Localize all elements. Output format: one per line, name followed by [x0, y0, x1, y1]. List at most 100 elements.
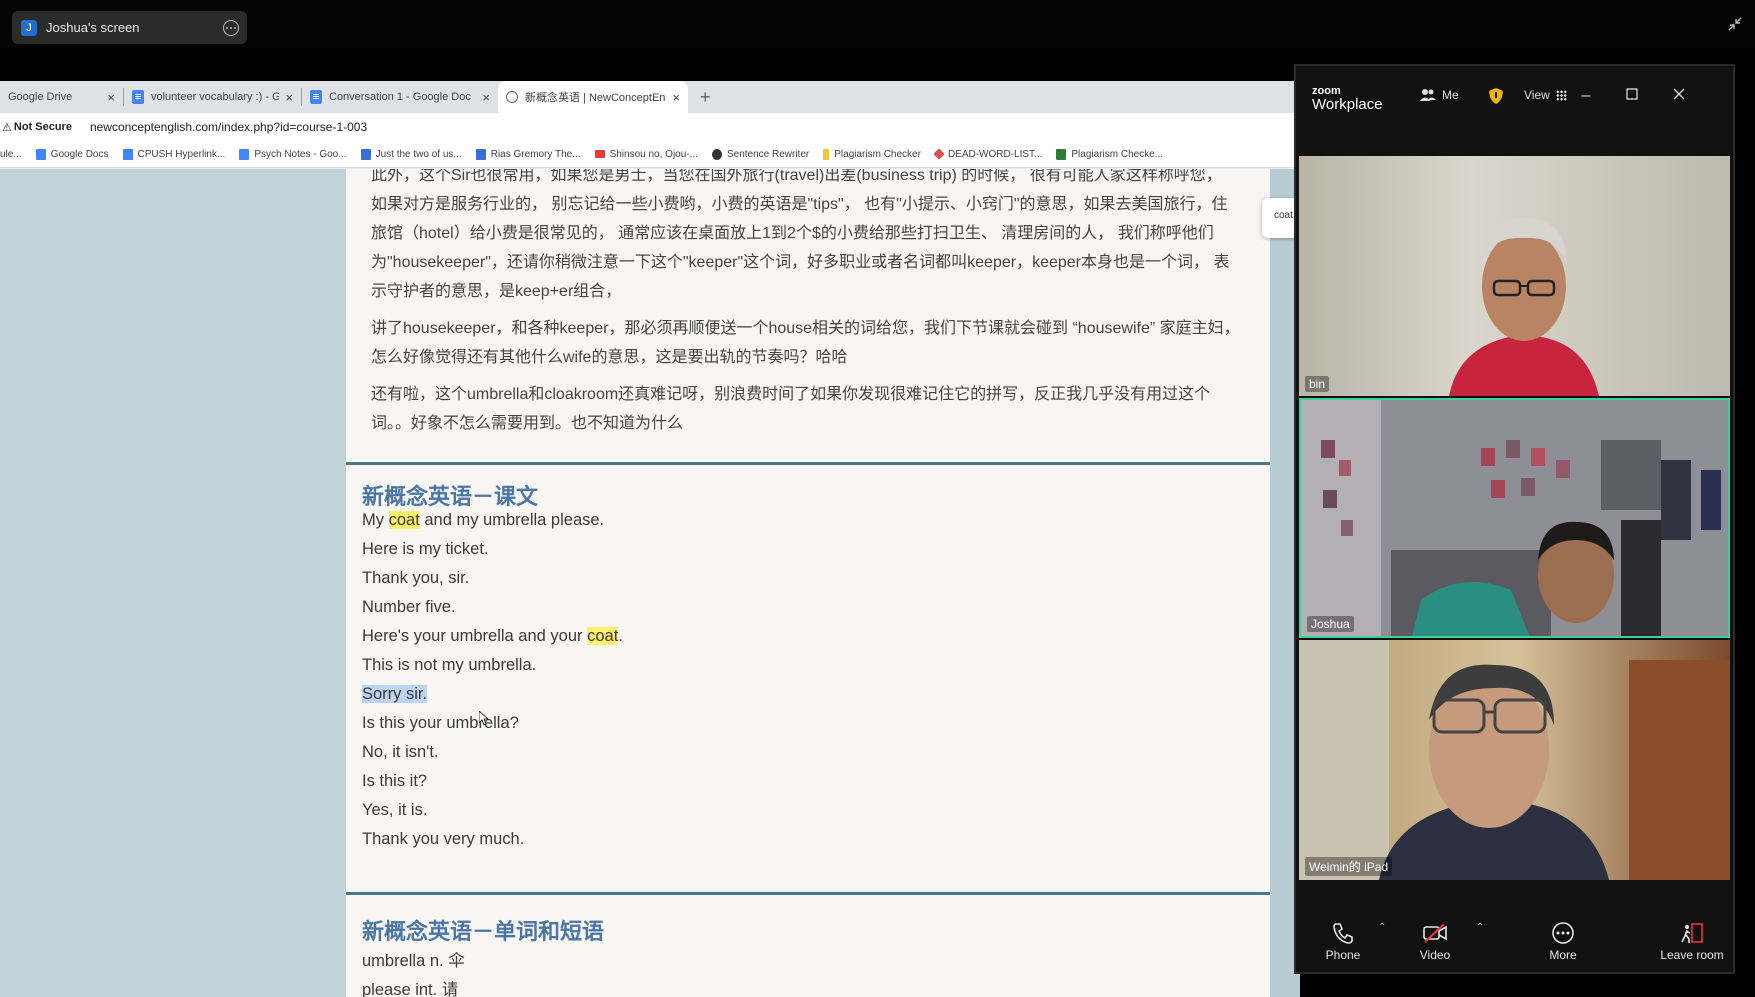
more-button[interactable]: More: [1528, 918, 1598, 962]
lesson-line: Is this it?: [362, 772, 428, 790]
leave-room-button[interactable]: Leave room: [1653, 918, 1731, 962]
bookmark-site-icon: [711, 148, 722, 160]
bookmark-label: DEAD-WORD-LIST...: [947, 148, 1043, 160]
lesson-line: Here's your umbrella and your coat.: [362, 627, 623, 645]
search-highlight: coat: [587, 627, 619, 645]
new-tab-button[interactable]: +: [700, 87, 711, 108]
url-text[interactable]: newconceptenglish.com/index.php?id=cours…: [90, 120, 367, 134]
lesson-title: 新概念英语－课文: [362, 484, 539, 509]
leave-icon: [1681, 923, 1703, 943]
search-highlight: coat: [388, 511, 420, 529]
bookmark-item[interactable]: Shinsou no, Ojou-...: [594, 148, 698, 160]
tab-close-icon[interactable]: ×: [107, 90, 115, 105]
view-button[interactable]: View: [1524, 88, 1567, 102]
bookmark-label: Psych Notes - Goo...: [254, 148, 347, 160]
tab-close-icon[interactable]: ×: [482, 90, 490, 105]
people-icon: [1420, 89, 1436, 101]
lesson-line: Thank you very much.: [362, 830, 525, 848]
tab-conversation-1[interactable]: Conversation 1 - Google Doc ×: [302, 81, 498, 113]
bookmarks-bar: ule... Google Docs CPUSH Hyperlink... Ps…: [0, 141, 1295, 168]
video-tile-bin[interactable]: bin: [1299, 156, 1730, 396]
bookmark-site-icon: [475, 148, 486, 160]
view-label: View: [1524, 88, 1550, 102]
bookmark-label: Google Docs: [50, 148, 109, 160]
zoom-window: zoom Workplace Me View – bin Joshua Weim…: [1294, 64, 1735, 974]
meeting-toolbar: Phone ⌃ Video ⌃ More Leave room: [1296, 918, 1733, 976]
tab-volunteer-vocabulary[interactable]: volunteer vocabulary :) - Goo ×: [124, 81, 301, 113]
bookmark-item[interactable]: Plagiarism Checke...: [1056, 148, 1163, 160]
article-paragraph: 讲了housekeeper，和各种keeper，那必须再顺便送一个house相关…: [371, 320, 1240, 366]
browser-window: Google Drive × volunteer vocabulary :) -…: [0, 48, 1300, 997]
chevron-up-icon[interactable]: ⌃: [1476, 922, 1484, 933]
zoom-logo: zoom Workplace: [1312, 85, 1383, 113]
maximize-icon[interactable]: [1622, 86, 1642, 106]
meeting-people-button[interactable]: Me: [1420, 88, 1459, 102]
more-icon: [1552, 922, 1574, 944]
bookmark-item[interactable]: Psych Notes - Goo...: [239, 148, 347, 160]
people-label: Me: [1442, 88, 1459, 102]
bookmark-item[interactable]: Plagiarism Checker: [823, 148, 921, 160]
grid-icon: [1555, 89, 1567, 101]
phone-label: Phone: [1325, 948, 1361, 962]
bookmark-item[interactable]: Rias Gremory The...: [475, 148, 581, 160]
tab-newconceptenglish[interactable]: 新概念英语 | NewConceptEng ×: [498, 81, 688, 113]
lesson-line: This is not my umbrella.: [362, 656, 537, 674]
docs-icon: [239, 148, 250, 160]
shield-icon[interactable]: [1489, 88, 1503, 104]
bookmark-label: Plagiarism Checker: [834, 148, 921, 160]
screen-share-pill[interactable]: J Joshua's screen: [12, 11, 247, 44]
tab-google-drive[interactable]: Google Drive ×: [0, 81, 123, 113]
close-icon[interactable]: [1669, 86, 1689, 106]
more-options-icon[interactable]: [223, 19, 239, 36]
bookmark-item[interactable]: Sentence Rewriter: [711, 148, 810, 160]
video-off-icon: [1423, 923, 1447, 943]
bookmark-item[interactable]: Google Docs: [35, 148, 109, 160]
warning-icon[interactable]: ⚠: [2, 121, 12, 134]
tab-close-icon[interactable]: ×: [285, 90, 293, 105]
lesson-line: Here is my ticket.: [362, 540, 489, 558]
participant-video-weimin: [1299, 640, 1730, 880]
browser-top-band: [0, 48, 1300, 81]
video-tile-joshua[interactable]: Joshua: [1299, 398, 1730, 638]
participant-name: Joshua: [1307, 616, 1354, 632]
bookmark-item[interactable]: DEAD-WORD-LIST...: [933, 148, 1043, 160]
address-bar[interactable]: ⚠ Not Secure newconceptenglish.com/index…: [0, 113, 1295, 141]
vocab-line: umbrella n. 伞: [362, 952, 465, 970]
article-paragraph: 还有啦，这个umbrella和cloakroom还真难记呀，别浪费时间了如果你发…: [371, 386, 1211, 432]
bookmark-label: Just the two of us...: [375, 148, 462, 160]
lesson-line: Sorry sir.: [362, 685, 428, 704]
minimize-icon[interactable]: –: [1576, 86, 1596, 106]
tab-label: Google Drive: [8, 91, 73, 103]
phone-button[interactable]: Phone: [1308, 918, 1378, 962]
vocab-line: please int. 请: [362, 981, 459, 997]
bookmark-label: ule...: [0, 148, 22, 160]
security-indicator[interactable]: Not Secure: [14, 121, 72, 133]
bookmark-item[interactable]: ule...: [0, 149, 22, 160]
bookmark-item[interactable]: CPUSH Hyperlink...: [122, 148, 226, 160]
lesson-line: My coat and my umbrella please.: [362, 511, 605, 529]
collapse-icon[interactable]: [1727, 16, 1743, 32]
article-content: 此外，这个Sir也很常用，如果您是男士，当您在国外旅行(travel)出差(bu…: [346, 169, 1270, 997]
bookmark-label: Rias Gremory The...: [490, 148, 581, 160]
screen-share-bar: J Joshua's screen: [0, 0, 1755, 48]
bookmark-item[interactable]: Just the two of us...: [360, 148, 462, 160]
bookmark-label: CPUSH Hyperlink...: [137, 148, 226, 160]
vocab-title: 新概念英语－单词和短语: [362, 919, 605, 944]
tab-label: 新概念英语 | NewConceptEng: [525, 92, 667, 104]
tab-close-icon[interactable]: ×: [672, 90, 680, 105]
section-divider: [346, 892, 1270, 895]
docs-icon: [122, 148, 133, 160]
lesson-line: Is this your umbrella?: [362, 714, 519, 732]
article-paragraph: 此外，这个Sir也很常用，如果您是男士，当您在国外旅行(travel)出差(bu…: [371, 169, 1230, 300]
selected-text: Sorry sir.: [362, 685, 428, 703]
video-button[interactable]: Video: [1400, 918, 1470, 962]
zoom-header: zoom Workplace Me View –: [1296, 66, 1733, 130]
chevron-up-icon[interactable]: ⌃: [1378, 922, 1386, 933]
lesson-line: Yes, it is.: [362, 801, 428, 819]
tab-label: Conversation 1 - Google Doc: [329, 91, 471, 103]
video-tile-weimin[interactable]: Weimin的 iPad: [1299, 640, 1730, 880]
bookmark-site-icon: [933, 148, 945, 160]
bookmark-label: Shinsou no, Ojou-...: [609, 148, 698, 160]
bookmark-label: Sentence Rewriter: [726, 148, 810, 160]
docs-icon: [35, 148, 46, 160]
